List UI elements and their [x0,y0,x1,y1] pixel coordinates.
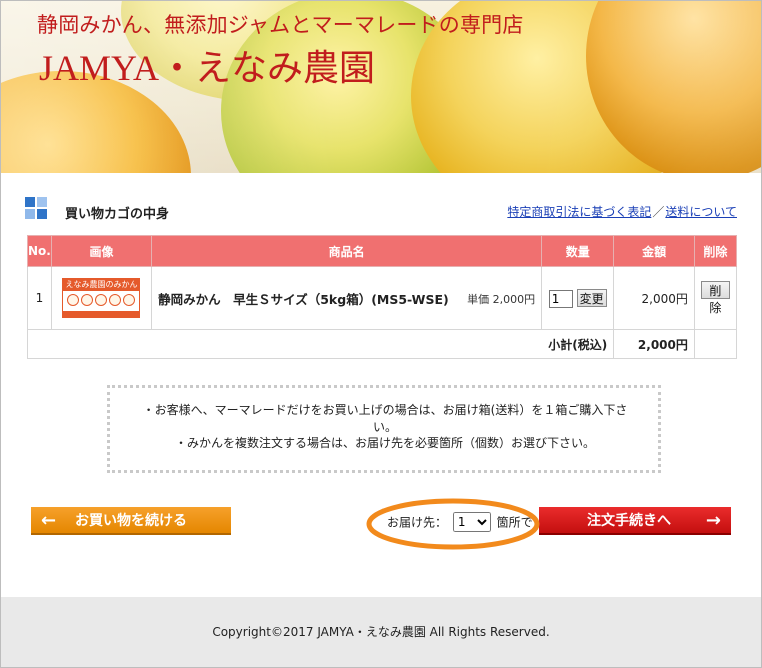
notice-line-1: ・お客様へ、マーマレードだけをお買い上げの場合は、お届け箱(送料）を１箱ご購入下… [142,403,628,434]
footer: Copyright©2017 JAMYA・えなみ農園 All Rights Re… [1,597,761,667]
link-separator: ／ [652,205,665,219]
arrow-right-icon: → [705,510,721,531]
notice-line-2: ・みかんを複数注文する場合は、お届け先を必要箇所（個数）お選び下さい。 [174,436,595,450]
col-header-amount: 金額 [613,235,695,267]
subtotal-label: 小計(税込) [26,329,615,359]
col-header-delete: 削除 [693,235,738,267]
header-links: 特定商取引法に基づく表記／送料について [507,203,737,220]
delete-item-button[interactable]: 削除 [700,281,730,315]
proceed-to-order-button[interactable]: 注文手続きへ → [539,507,731,535]
col-header-image: 画像 [50,235,153,267]
col-header-quantity: 数量 [541,235,615,267]
col-header-name: 商品名 [151,235,543,267]
subtotal-row: 小計(税込) 2,000円 [26,329,738,359]
site-title-logo[interactable]: JAMYA・えなみ農園 [39,39,375,91]
destination-prefix: お届け先： [387,515,448,530]
arrow-left-icon: ← [41,510,57,531]
row-number: 1 [27,266,52,330]
subtotal-value: 2,000円 [613,329,695,359]
destination-selector: お届け先： 1 箇所で [387,512,533,532]
quantity-input[interactable] [548,289,573,308]
unit-price: 単価 2,000円 [467,292,536,306]
product-name: 静岡みかん 早生Ｓサイズ（5kg箱）(MS5-WSE) [158,291,449,307]
continue-shopping-label: お買い物を続ける [75,513,187,529]
link-shipping[interactable]: 送料について [665,205,737,219]
section-header: 買い物カゴの中身 特定商取引法に基づく表記／送料について [25,197,737,223]
link-commercial-law[interactable]: 特定商取引法に基づく表記 [507,205,651,219]
customer-notice: ・お客様へ、マーマレードだけをお買い上げの場合は、お届け箱(送料）を１箱ご購入下… [107,385,661,473]
continue-shopping-button[interactable]: ← お買い物を続ける [31,507,231,535]
product-thumbnail[interactable]: えなみ農園のみかん [62,278,141,318]
copyright-text: Copyright©2017 JAMYA・えなみ農園 All Rights Re… [212,625,550,639]
site-tagline: 静岡みかん、無添加ジャムとマーマレードの専門店 [37,13,524,37]
destination-suffix: 箇所で [496,515,533,530]
col-header-no: No. [27,235,52,267]
browser-page: 静岡みかん、無添加ジャムとマーマレードの専門店 JAMYA・えなみ農園 買い物カ… [0,0,762,668]
proceed-to-order-label: 注文手続きへ [587,513,671,529]
change-quantity-button[interactable]: 変更 [576,288,607,307]
cart-table: No. 画像 商品名 数量 金額 削除 1 えなみ農園のみかん 単価 2,000… [26,235,738,359]
thumbnail-label: えなみ農園のみかん [63,279,140,291]
header-banner: 静岡みかん、無添加ジャムとマーマレードの専門店 JAMYA・えなみ農園 [1,1,761,173]
cart-main: 買い物カゴの中身 特定商取引法に基づく表記／送料について No. 画像 商品名 … [1,173,761,597]
item-amount: 2,000円 [613,266,695,330]
table-row: 1 えなみ農園のみかん 単価 2,000円 静岡みかん 早生Ｓサイズ（5kg箱）… [27,266,738,330]
grid-icon [25,197,49,221]
destination-count-select[interactable]: 1 [452,512,491,532]
table-header-row: No. 画像 商品名 数量 金額 削除 [27,235,738,267]
page-title: 買い物カゴの中身 [65,207,170,222]
